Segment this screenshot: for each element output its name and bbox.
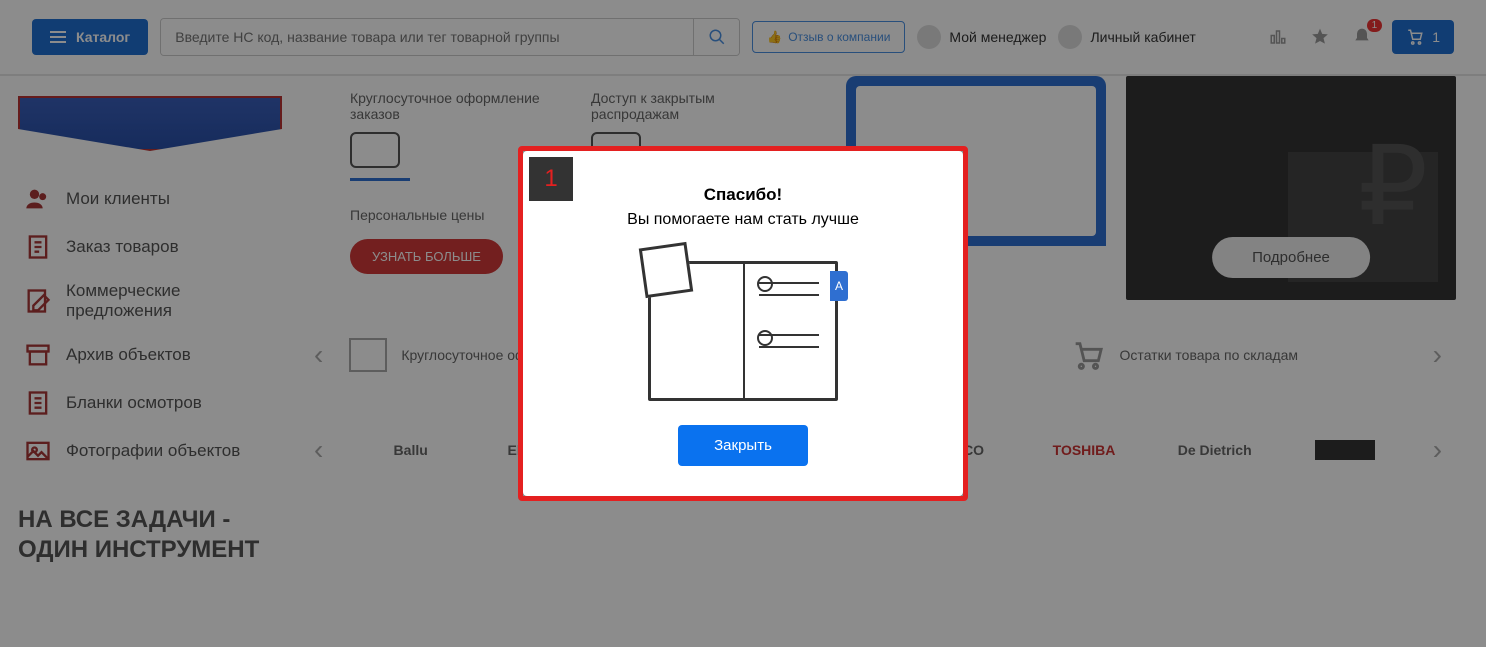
modal-highlight: 1 Спасибо! Вы помогаете нам стать лучше … bbox=[518, 146, 968, 501]
modal-overlay[interactable]: 1 Спасибо! Вы помогаете нам стать лучше … bbox=[0, 0, 1486, 647]
notebook-illustration-icon: A bbox=[648, 251, 838, 401]
modal-text: Вы помогаете нам стать лучше bbox=[551, 211, 935, 229]
thanks-modal: Спасибо! Вы помогаете нам стать лучше A … bbox=[523, 151, 963, 496]
tab-letter: A bbox=[830, 271, 848, 301]
annotation-badge: 1 bbox=[529, 157, 573, 201]
close-button[interactable]: Закрыть bbox=[678, 425, 808, 466]
modal-title: Спасибо! bbox=[551, 185, 935, 205]
